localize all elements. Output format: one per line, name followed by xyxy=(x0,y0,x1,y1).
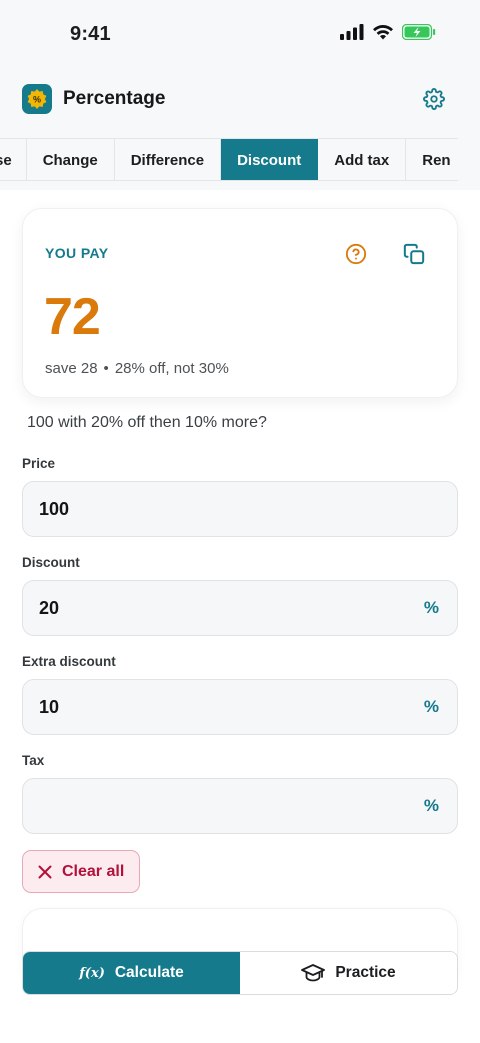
tax-percent-suffix: % xyxy=(423,796,439,815)
save-amount: save 28 xyxy=(45,360,98,377)
settings-gear-icon xyxy=(423,88,445,110)
app-bar: % Percentage xyxy=(0,72,480,138)
clear-all-button[interactable]: Clear all xyxy=(22,850,140,893)
status-icons xyxy=(340,24,436,40)
discount-percent-suffix: % xyxy=(423,598,439,617)
tax-field[interactable]: % xyxy=(22,778,458,834)
calculate-button[interactable]: f(x) Calculate xyxy=(23,952,240,994)
wifi-icon xyxy=(373,24,393,40)
tab-change[interactable]: Change xyxy=(26,139,115,180)
tab-track: se Change Difference Discount Add tax Re… xyxy=(0,139,458,180)
result-card: YOU PAY 72 save 28 • 28% off, not 30% xyxy=(22,208,458,398)
settings-button[interactable] xyxy=(420,85,448,113)
discount-detail: 28% off, not 30% xyxy=(114,360,229,377)
practice-label: Practice xyxy=(335,964,396,981)
tab-add-tax[interactable]: Add tax xyxy=(318,139,407,180)
tax-label: Tax xyxy=(22,753,45,768)
help-button[interactable] xyxy=(345,243,367,265)
practice-button[interactable]: Practice xyxy=(240,952,457,994)
tab-remove-tax[interactable]: Ren xyxy=(406,139,458,180)
svg-text:%: % xyxy=(33,95,41,105)
clear-all-label: Clear all xyxy=(62,862,125,880)
copy-button[interactable] xyxy=(403,243,425,265)
app-title: Percentage xyxy=(63,88,166,109)
close-x-icon xyxy=(38,865,52,878)
discount-field[interactable]: % xyxy=(22,580,458,636)
percent-badge-icon: % xyxy=(27,89,47,109)
separator-dot: • xyxy=(103,360,109,377)
tab-discount[interactable]: Discount xyxy=(221,139,319,180)
extra-discount-percent-suffix: % xyxy=(423,697,439,716)
copy-icon xyxy=(403,243,425,265)
discount-label: Discount xyxy=(22,555,80,570)
price-field[interactable] xyxy=(22,481,458,537)
question-text: 100 with 20% off then 10% more? xyxy=(27,414,267,431)
price-input[interactable] xyxy=(23,482,457,536)
extra-discount-label: Extra discount xyxy=(22,654,116,669)
bottom-action-bar: f(x) Calculate Practice xyxy=(22,951,458,995)
tab-bar-container: se Change Difference Discount Add tax Re… xyxy=(0,138,480,190)
calculate-label: Calculate xyxy=(114,964,184,981)
result-value: 72 xyxy=(44,288,101,346)
function-icon: f(x) xyxy=(79,965,105,981)
tab-increase[interactable]: se xyxy=(0,139,27,180)
graduation-cap-icon xyxy=(301,964,326,982)
tax-input[interactable] xyxy=(23,779,457,833)
extra-discount-field[interactable]: % xyxy=(22,679,458,735)
result-label: YOU PAY xyxy=(45,245,109,261)
status-time: 9:41 xyxy=(70,23,111,45)
help-circle-icon xyxy=(345,243,367,265)
signal-icon xyxy=(340,24,364,40)
status-bar: 9:41 xyxy=(0,0,480,72)
tab-bar: se Change Difference Discount Add tax Re… xyxy=(0,138,458,181)
price-label: Price xyxy=(22,456,56,471)
result-summary: save 28 • 28% off, not 30% xyxy=(45,360,229,377)
battery-icon xyxy=(402,24,436,40)
app-logo: % xyxy=(22,84,52,114)
tab-difference[interactable]: Difference xyxy=(114,139,222,180)
extra-discount-input[interactable] xyxy=(23,680,457,734)
discount-input[interactable] xyxy=(23,581,457,635)
